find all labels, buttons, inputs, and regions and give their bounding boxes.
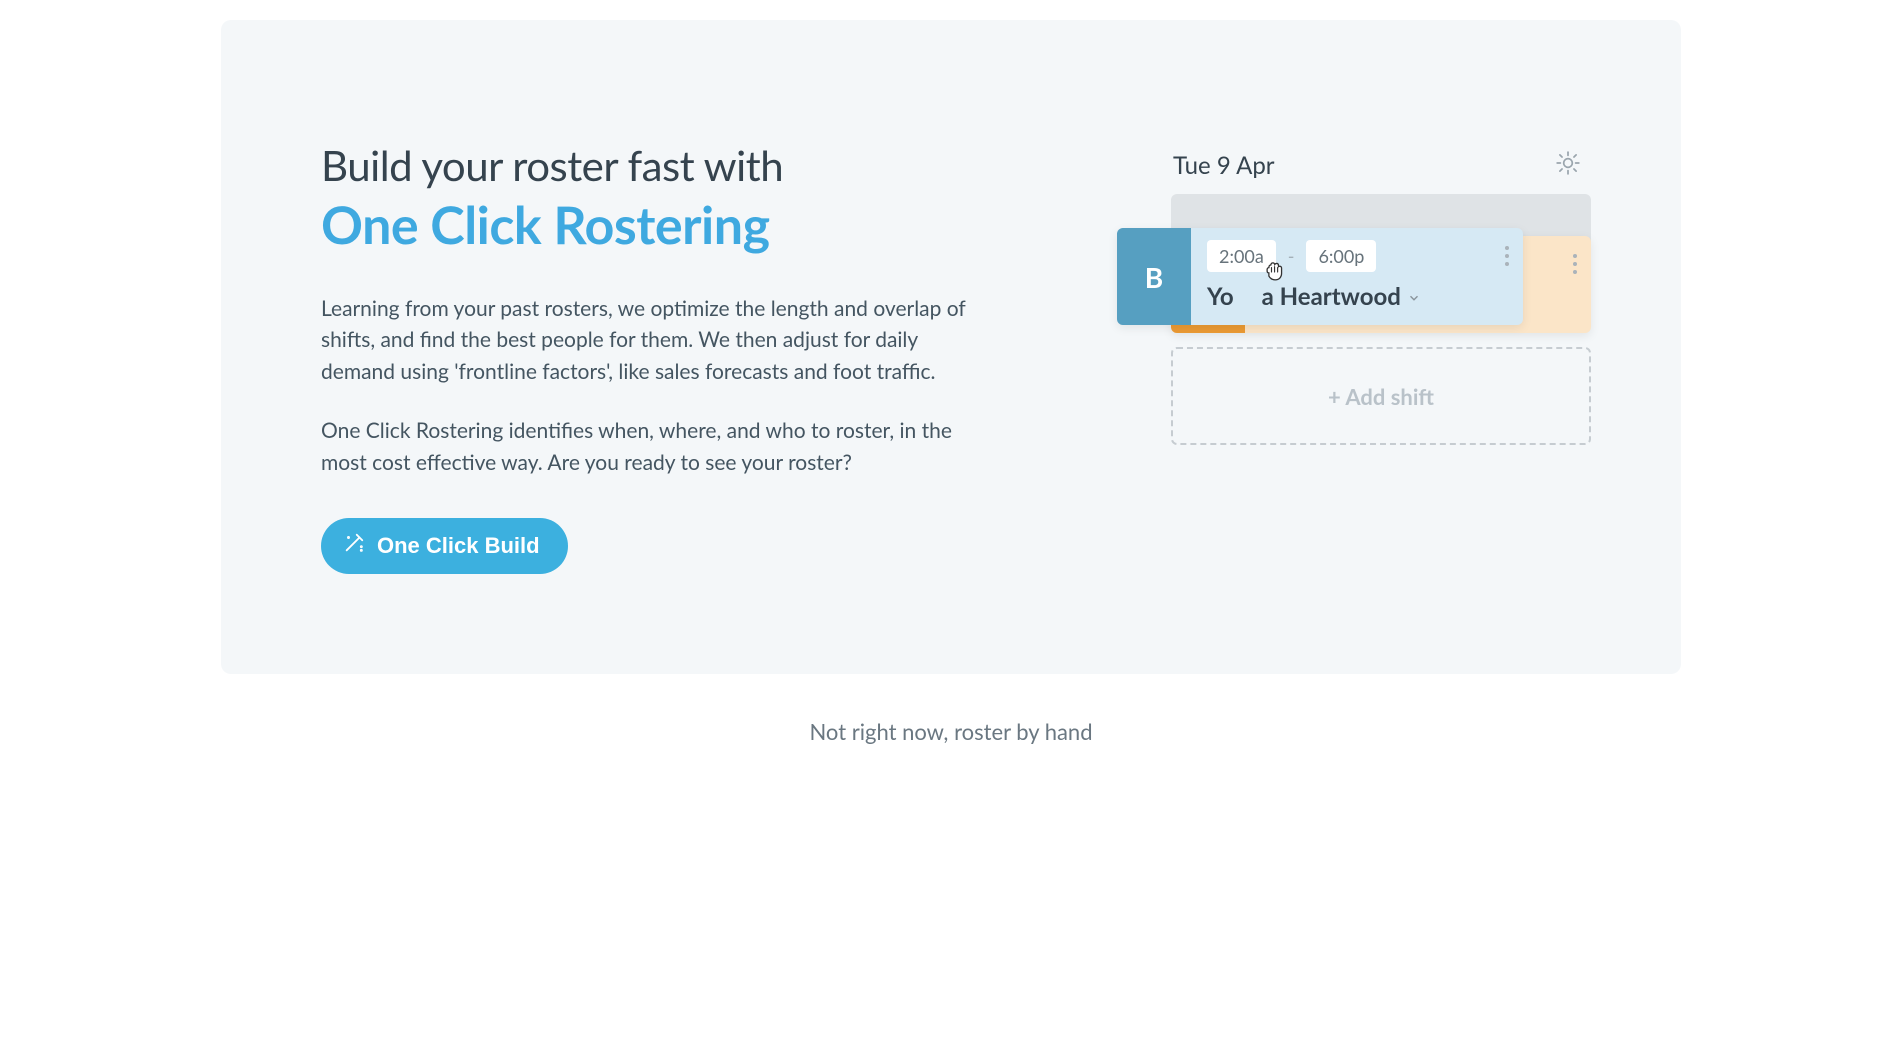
grab-cursor-icon bbox=[1261, 258, 1289, 290]
shift-times: 2:00a - 6:00p bbox=[1207, 240, 1507, 272]
day-label: Tue 9 Apr bbox=[1173, 151, 1275, 180]
hero-card: Build your roster fast with One Click Ro… bbox=[221, 20, 1681, 674]
shift-card-b[interactable]: B 2:00a - 6:00p Yoa Heartwood bbox=[1117, 228, 1523, 325]
more-menu-icon[interactable] bbox=[1573, 254, 1577, 274]
hero-heading: Build your roster fast with One Click Ro… bbox=[321, 140, 981, 257]
hero-heading-line2: One Click Rostering bbox=[321, 194, 981, 256]
hero-paragraph-1: Learning from your past rosters, we opti… bbox=[321, 293, 981, 388]
day-header: Tue 9 Apr bbox=[1151, 150, 1591, 194]
hero-heading-line1: Build your roster fast with bbox=[321, 140, 783, 190]
skip-link[interactable]: Not right now, roster by hand bbox=[201, 718, 1701, 745]
more-menu-icon[interactable] bbox=[1505, 246, 1509, 266]
add-shift-button[interactable]: + Add shift bbox=[1171, 347, 1591, 445]
hero-paragraph-2: One Click Rostering identifies when, whe… bbox=[321, 415, 981, 478]
cta-label: One Click Build bbox=[377, 533, 540, 559]
hero-copy: Build your roster fast with One Click Ro… bbox=[321, 140, 981, 574]
chevron-down-icon bbox=[1407, 282, 1421, 311]
sun-icon bbox=[1555, 150, 1581, 180]
roster-preview: Tue 9 Apr B 2:00a bbox=[1151, 150, 1591, 445]
magic-wand-icon bbox=[343, 532, 365, 560]
one-click-build-button[interactable]: One Click Build bbox=[321, 518, 568, 574]
shift-person-selector[interactable]: Yoa Heartwood bbox=[1207, 282, 1507, 311]
shift-end-time[interactable]: 6:00p bbox=[1306, 240, 1376, 272]
shift-badge: B bbox=[1117, 228, 1191, 325]
